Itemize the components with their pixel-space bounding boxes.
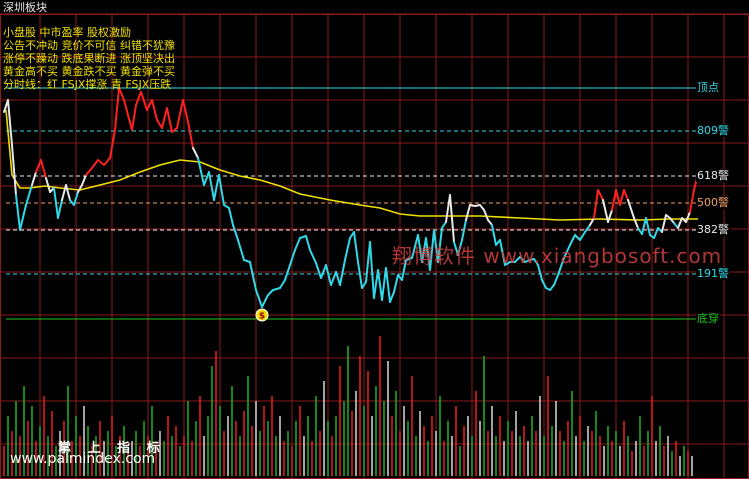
price-segment <box>597 189 604 201</box>
price-segment <box>187 121 194 149</box>
price-segment <box>365 241 371 283</box>
marker-label: $ <box>259 312 265 322</box>
price-segment <box>131 104 137 131</box>
price-segment <box>151 99 158 121</box>
level-label: 618警 <box>696 169 730 182</box>
price-segment <box>279 279 286 289</box>
price-segment <box>611 189 617 211</box>
price-segment <box>373 269 379 299</box>
price-segment <box>228 207 234 226</box>
strategy-note-4: 黄金高不买 黄金跌不买 黄金弹不买 <box>3 65 175 78</box>
price-segment <box>192 147 199 159</box>
price-segment <box>267 289 274 296</box>
level-label: 底穿 <box>696 312 720 325</box>
price-segment <box>114 87 120 131</box>
level-label: 500警 <box>696 196 730 209</box>
price-segment <box>31 171 37 186</box>
price-segment <box>465 204 471 221</box>
price-segment <box>140 91 148 111</box>
price-segment <box>85 167 93 176</box>
price-segment <box>441 221 447 229</box>
price-segment <box>15 194 21 231</box>
price-segment <box>357 261 363 289</box>
price-segment <box>123 99 129 116</box>
price-segment <box>213 174 220 201</box>
price-segment <box>65 184 71 201</box>
price-segment <box>385 267 391 303</box>
price-segment <box>156 119 163 129</box>
price-segment <box>449 194 455 243</box>
price-segment <box>232 224 239 241</box>
price-segment <box>369 241 375 299</box>
price-segment <box>353 231 359 263</box>
price-segment <box>553 274 559 286</box>
price-segment <box>393 274 399 293</box>
price-segment <box>40 159 47 179</box>
price-segment <box>294 237 301 251</box>
brand-url: www.palmindex.com <box>10 451 156 467</box>
price-segment <box>161 107 168 129</box>
price-segment <box>19 204 27 231</box>
strategy-note-5: 分时线：红 FSJX撑涨 青 FSJX压跌 <box>3 78 172 91</box>
price-segment <box>315 262 322 279</box>
price-segment <box>237 239 245 261</box>
price-segment <box>255 289 263 308</box>
price-segment <box>607 209 613 223</box>
level-label: 191警 <box>696 267 730 280</box>
price-segment <box>593 189 599 219</box>
watermark: 翔博软件 www.xiangbosoft.com <box>392 244 723 268</box>
level-label: 382警 <box>696 223 730 236</box>
board-title: 深圳板块 <box>3 1 47 14</box>
buy-marker: $ <box>255 308 269 322</box>
strategy-note-3: 涨停不躁动 跌底果断进 涨顶坚决出 <box>3 52 175 65</box>
price-segment <box>61 184 67 201</box>
price-segment <box>272 287 281 291</box>
price-segment <box>103 157 111 166</box>
price-segment <box>623 189 629 201</box>
price-segment <box>483 209 489 221</box>
price-segment <box>97 159 105 166</box>
price-segment <box>579 231 586 241</box>
price-segment <box>305 235 311 251</box>
price-segment <box>203 171 210 186</box>
price-segment <box>135 91 142 106</box>
strategy-note-1: 小盘股 中市盈率 股权激励 <box>3 26 131 39</box>
level-label: 809警 <box>696 124 730 137</box>
price-segment <box>344 237 351 261</box>
price-segment <box>389 291 395 303</box>
price-segment <box>166 107 173 133</box>
price-segment <box>381 267 387 301</box>
price-segment <box>645 217 651 236</box>
price-segment <box>249 261 257 291</box>
price-segment <box>176 99 184 129</box>
level-label: 顶点 <box>696 81 720 94</box>
price-segment <box>45 177 51 193</box>
strategy-note-2: 公告不冲动 竞价不可信 纠错不犹豫 <box>3 39 175 52</box>
price-segment <box>11 144 17 196</box>
price-segment <box>261 294 269 308</box>
price-segment <box>91 159 99 169</box>
price-segment <box>689 189 695 213</box>
price-segment <box>309 249 317 264</box>
